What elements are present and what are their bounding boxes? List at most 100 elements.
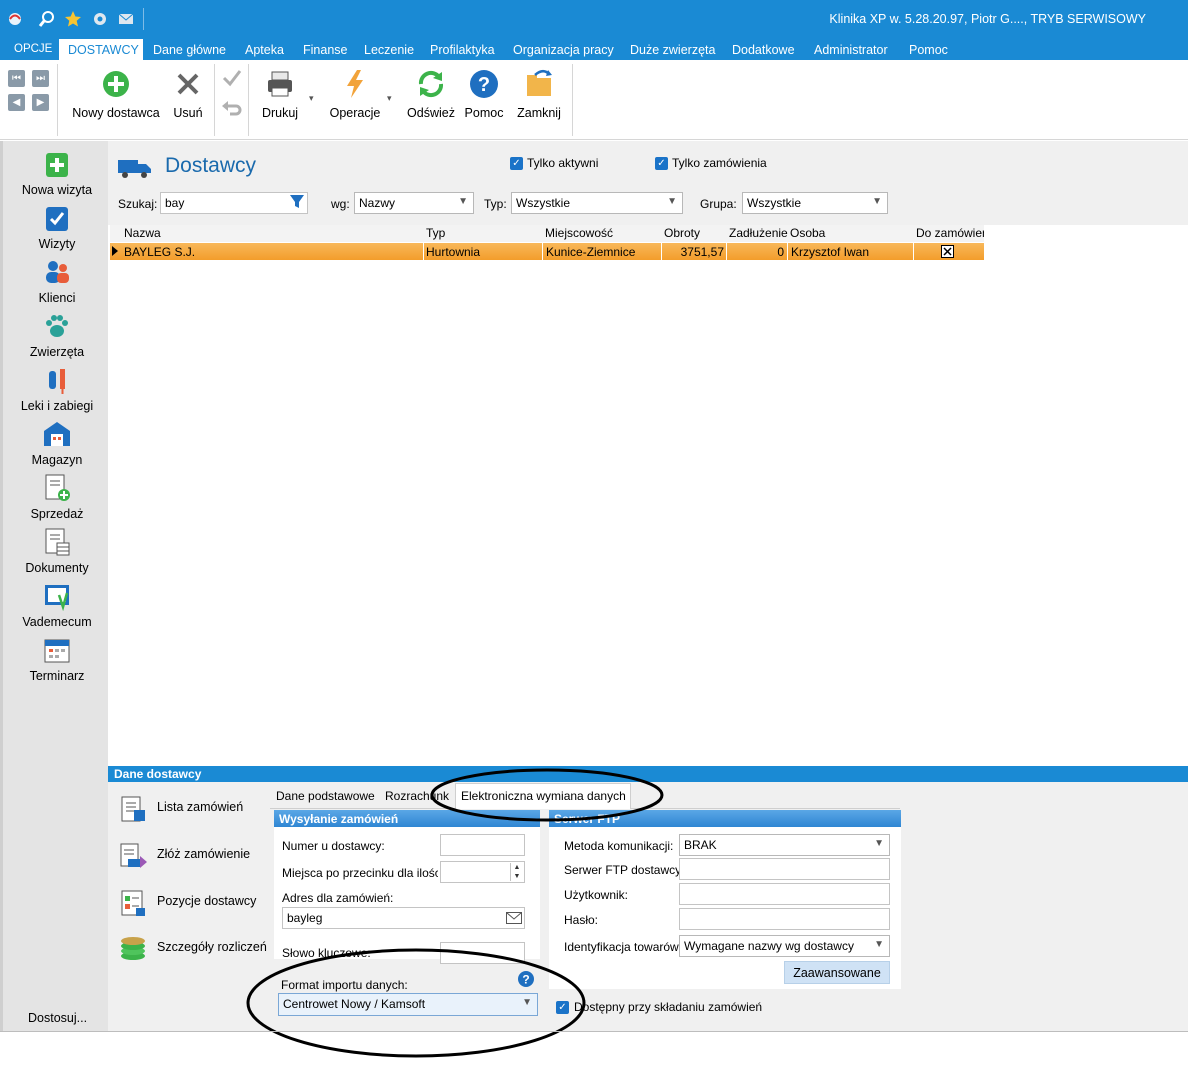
- first-record-icon[interactable]: ⏮: [8, 70, 25, 87]
- operations-label: Operacje: [329, 106, 381, 120]
- ftp-server-input[interactable]: [679, 858, 890, 880]
- window-bottom-border: [0, 1031, 1188, 1032]
- keyword-input[interactable]: [440, 942, 525, 964]
- print-dropdown-chevron-icon[interactable]: ▾: [309, 93, 314, 104]
- envelope-icon[interactable]: [506, 912, 522, 924]
- nav-new-visit-label: Nowa wizyta: [21, 183, 93, 197]
- import-format-label: Format importu danych:: [281, 978, 408, 992]
- close-button[interactable]: Zamknij: [514, 68, 564, 120]
- nav-calendar[interactable]: Terminarz: [3, 635, 111, 683]
- favorite-star-icon[interactable]: [64, 10, 82, 28]
- nav-drugs-procedures[interactable]: Leki i zabiegi: [3, 365, 111, 413]
- close-folder-icon: [527, 70, 552, 96]
- column-header-turnover[interactable]: Obroty: [664, 226, 700, 240]
- new-supplier-button[interactable]: Nowy dostawca: [72, 68, 160, 120]
- app-logo-icon[interactable]: [6, 10, 24, 28]
- menu-bar: OPCJE Dane główne Apteka Finanse Leczeni…: [0, 38, 1188, 60]
- delete-x-icon: [177, 73, 199, 95]
- money-stack-icon: [121, 937, 145, 960]
- import-format-select[interactable]: Centrowet Nowy / Kamsoft ▼: [278, 993, 538, 1016]
- group-select[interactable]: Wszystkie ▼: [742, 192, 888, 214]
- search-input[interactable]: bay: [160, 192, 308, 214]
- menu-opcje[interactable]: OPCJE: [14, 43, 52, 55]
- confirm-check-icon[interactable]: [220, 66, 244, 90]
- only-active-checkbox[interactable]: ✓: [510, 157, 523, 170]
- operations-dropdown-chevron-icon[interactable]: ▾: [387, 93, 392, 104]
- new-supplier-label: Nowy dostawca: [72, 106, 160, 120]
- previous-record-icon[interactable]: ◀: [8, 94, 25, 111]
- search-by-value: Nazwy: [359, 196, 396, 210]
- row-selector-arrow-icon: [112, 246, 118, 256]
- available-on-orders-checkbox[interactable]: ✓: [556, 1001, 569, 1014]
- gear-icon[interactable]: [91, 10, 109, 28]
- tab-basic-data[interactable]: Dane podstawowe: [272, 784, 379, 808]
- menu-finanse[interactable]: Finanse: [303, 43, 347, 57]
- orders-list-icon: [121, 796, 145, 822]
- menu-profilaktyka[interactable]: Profilaktyka: [430, 43, 495, 57]
- supplier-items-icon: [121, 890, 145, 916]
- advanced-button[interactable]: Zaawansowane: [784, 961, 890, 984]
- nav-drugs-procedures-label: Leki i zabiegi: [20, 399, 94, 413]
- column-header-for-orders[interactable]: Do zamówień: [916, 226, 984, 240]
- nav-warehouse[interactable]: Magazyn: [3, 419, 111, 467]
- left-navigation: Nowa wizyta Wizyty Klienci Zwierzęta Lek…: [0, 141, 108, 1031]
- column-header-name[interactable]: Nazwa: [124, 226, 161, 240]
- order-address-input[interactable]: bayleg: [282, 907, 525, 929]
- delete-button[interactable]: Usuń: [168, 68, 208, 120]
- next-record-icon[interactable]: ▶: [32, 94, 49, 111]
- mail-icon[interactable]: [117, 10, 135, 28]
- supplier-number-input[interactable]: [440, 834, 525, 856]
- cell-for-orders-checkbox[interactable]: [941, 245, 954, 258]
- printer-icon: [268, 71, 292, 97]
- nav-sales[interactable]: Sprzedaż: [3, 473, 111, 521]
- nav-documents[interactable]: Dokumenty: [3, 527, 111, 575]
- column-header-debt[interactable]: Zadłużenie: [729, 226, 788, 240]
- chevron-down-icon: ▼: [522, 997, 532, 1008]
- help-question-icon[interactable]: ?: [517, 970, 535, 988]
- tab-settlements[interactable]: Rozrachunki: [381, 784, 449, 808]
- menu-pomoc[interactable]: Pomoc: [909, 43, 948, 57]
- refresh-label: Odśwież: [407, 106, 455, 120]
- last-record-icon[interactable]: ⏭: [32, 70, 49, 87]
- refresh-button[interactable]: Odśwież: [406, 68, 456, 120]
- type-select[interactable]: Wszystkie ▼: [511, 192, 683, 214]
- nav-new-visit[interactable]: Nowa wizyta: [3, 149, 111, 197]
- menu-leczenie[interactable]: Leczenie: [364, 43, 414, 57]
- username-input[interactable]: [679, 883, 890, 905]
- menu-apteka[interactable]: Apteka: [245, 43, 284, 57]
- column-header-person[interactable]: Osoba: [790, 226, 825, 240]
- menu-dane-glowne[interactable]: Dane główne: [153, 43, 226, 57]
- nav-animals[interactable]: Zwierzęta: [3, 311, 111, 359]
- nav-visits[interactable]: Wizyty: [3, 203, 111, 251]
- search-input-value: bay: [165, 196, 185, 210]
- cell-city: Kunice-Ziemnice: [546, 245, 636, 259]
- product-identification-select[interactable]: Wymagane nazwy wg dostawcy ▼: [679, 935, 890, 957]
- keyword-label: Słowo kluczowe:: [282, 946, 371, 960]
- menu-organizacja-pracy[interactable]: Organizacja pracy: [513, 43, 614, 57]
- chevron-down-icon: ▼: [874, 939, 884, 950]
- communication-method-select[interactable]: BRAK ▼: [679, 834, 890, 856]
- search-by-select[interactable]: Nazwy ▼: [354, 192, 474, 214]
- customize-nav-button[interactable]: Dostosuj...: [28, 1011, 87, 1025]
- filter-funnel-icon[interactable]: [290, 195, 304, 209]
- help-button[interactable]: ? Pomoc: [462, 68, 506, 120]
- password-input[interactable]: [679, 908, 890, 930]
- only-orders-checkbox[interactable]: ✓: [655, 157, 668, 170]
- stepper-arrows-icon[interactable]: ▲ ▼: [510, 863, 523, 881]
- column-header-type[interactable]: Typ: [426, 226, 445, 240]
- menu-dostawcy-active-tab[interactable]: DOSTAWCY: [59, 39, 143, 61]
- tab-electronic-data-exchange[interactable]: Elektroniczna wymiana danych: [455, 783, 631, 809]
- undo-icon[interactable]: [220, 96, 244, 120]
- nav-clients[interactable]: Klienci: [3, 257, 111, 305]
- menu-administrator[interactable]: Administrator: [814, 43, 888, 57]
- search-icon[interactable]: [38, 10, 56, 28]
- print-button[interactable]: Drukuj: [260, 68, 300, 120]
- operations-button[interactable]: Operacje: [328, 68, 382, 120]
- nav-vademecum[interactable]: Vademecum: [3, 581, 111, 629]
- clients-icon: [46, 261, 69, 283]
- menu-dodatkowe[interactable]: Dodatkowe: [732, 43, 795, 57]
- add-circle-icon: [103, 71, 129, 97]
- column-header-city[interactable]: Miejscowość: [545, 226, 613, 240]
- menu-duze-zwierzeta[interactable]: Duże zwierzęta: [630, 43, 715, 57]
- search-by-label: wg:: [331, 197, 350, 211]
